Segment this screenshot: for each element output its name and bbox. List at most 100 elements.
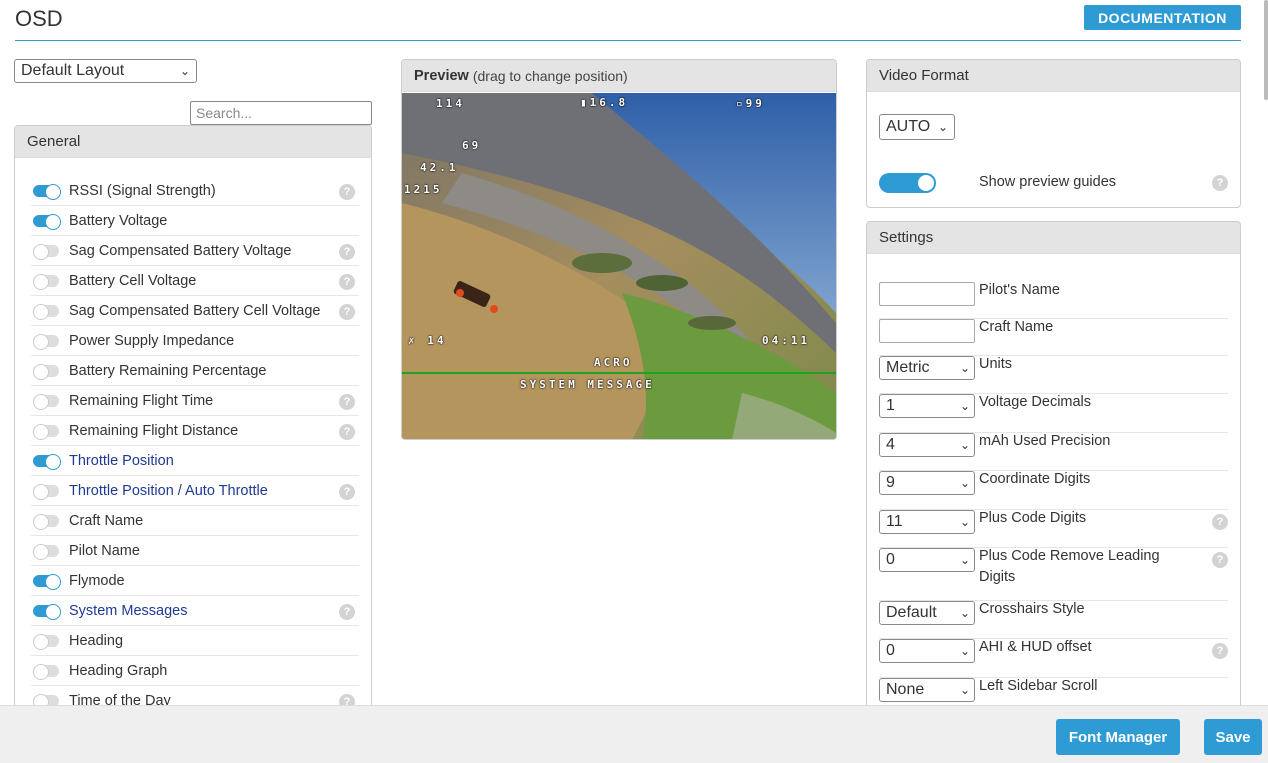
general-item: Sag Compensated Battery Voltage? (31, 236, 359, 266)
toggle-switch[interactable] (33, 273, 59, 290)
toggle-switch[interactable] (33, 243, 59, 260)
general-item: System Messages? (31, 596, 359, 626)
help-icon[interactable]: ? (339, 274, 355, 290)
toggle-switch[interactable] (33, 483, 59, 500)
general-item-label: RSSI (Signal Strength) (69, 182, 216, 199)
search-input[interactable]: Search... (190, 101, 372, 125)
settings-select[interactable]: Metric ⌄ (879, 356, 975, 380)
footer-bar: Font Manager Save (0, 705, 1268, 763)
toggle-switch[interactable] (33, 423, 59, 440)
preview-title: Preview (414, 67, 469, 84)
settings-select-value: None (886, 681, 925, 698)
settings-select[interactable]: 1 ⌄ (879, 394, 975, 418)
help-icon[interactable]: ? (1212, 552, 1228, 568)
save-button[interactable]: Save (1204, 719, 1262, 755)
osd-rssi: ▫99 (736, 97, 765, 110)
toggle-switch[interactable] (33, 603, 61, 620)
toggle-switch[interactable] (33, 573, 61, 590)
toggle-switch[interactable] (33, 303, 59, 320)
settings-select[interactable]: 11 ⌄ (879, 510, 975, 534)
general-item-label: Battery Remaining Percentage (69, 362, 267, 379)
help-icon[interactable]: ? (339, 484, 355, 500)
general-item: Flymode (31, 566, 359, 596)
help-icon[interactable]: ? (339, 424, 355, 440)
settings-row: 1 ⌄ Voltage Decimals (879, 394, 1228, 433)
help-icon[interactable]: ? (339, 184, 355, 200)
toggle-switch[interactable] (33, 393, 59, 410)
general-item-label: System Messages (69, 602, 188, 619)
text-field[interactable] (879, 282, 975, 306)
help-icon[interactable]: ? (1212, 514, 1228, 530)
page-title: OSD (15, 6, 63, 31)
settings-select[interactable]: Default ⌄ (879, 601, 975, 625)
osd-page: OSD DOCUMENTATION Default Layout ⌄ Searc… (0, 0, 1268, 763)
layout-select[interactable]: Default Layout ⌄ (14, 59, 197, 83)
toggle-switch[interactable] (33, 453, 61, 470)
help-icon[interactable]: ? (1212, 175, 1228, 191)
preview-guides-label: Show preview guides (979, 174, 1117, 190)
settings-row: Craft Name (879, 319, 1228, 356)
settings-label: mAh Used Precision (979, 433, 1111, 449)
general-item: Throttle Position (31, 446, 359, 476)
toggle-switch[interactable] (33, 543, 59, 560)
preview-subtitle: (drag to change position) (472, 67, 628, 84)
toggle-switch[interactable] (33, 183, 61, 200)
settings-row: 11 ⌄ Plus Code Digits? (879, 510, 1228, 548)
settings-select[interactable]: 4 ⌄ (879, 433, 975, 457)
settings-select[interactable]: None ⌄ (879, 678, 975, 702)
help-icon[interactable]: ? (339, 244, 355, 260)
settings-select-value: 1 (886, 397, 895, 414)
settings-row: Default ⌄ Crosshairs Style (879, 601, 1228, 639)
osd-current: 42.1 (420, 161, 459, 174)
text-field[interactable] (879, 319, 975, 343)
osd-battery-voltage: ▮16.8 (580, 96, 629, 109)
osd-altitude: 114 (436, 97, 465, 110)
font-manager-button[interactable]: Font Manager (1056, 719, 1180, 755)
page-scrollbar[interactable] (1264, 0, 1268, 100)
settings-label: Plus Code Digits (979, 510, 1087, 526)
layout-select-value: Default Layout (21, 62, 125, 79)
chevron-down-icon: ⌄ (959, 476, 970, 490)
video-format-select[interactable]: AUTO ⌄ (879, 114, 955, 140)
chevron-down-icon: ⌄ (959, 361, 970, 375)
satellite-icon: ✗ (408, 334, 418, 347)
settings-row: 0 ⌄ AHI & HUD offset? (879, 639, 1228, 678)
help-icon[interactable]: ? (339, 604, 355, 620)
toggle-switch[interactable] (33, 633, 59, 650)
settings-label: Craft Name (979, 319, 1054, 335)
help-icon[interactable]: ? (339, 394, 355, 410)
preview-guides-toggle[interactable] (879, 173, 936, 193)
osd-flytime: 04:11 (762, 334, 811, 347)
general-item: Battery Cell Voltage? (31, 266, 359, 296)
general-item: Throttle Position / Auto Throttle? (31, 476, 359, 506)
general-item: Pilot Name (31, 536, 359, 566)
toggle-switch[interactable] (33, 363, 59, 380)
osd-flymode: ACRO (594, 356, 633, 369)
general-item: Sag Compensated Battery Cell Voltage? (31, 296, 359, 326)
settings-select-value: 11 (886, 513, 903, 530)
preview-canvas[interactable]: 114 ▮16.8 ▫99 69 42.1 1215 ✗ 14 04:11 AC… (402, 93, 836, 439)
toggle-switch[interactable] (33, 663, 59, 680)
video-format-panel: Video Format AUTO ⌄ Show preview guides … (866, 59, 1241, 208)
settings-select[interactable]: 0 ⌄ (879, 639, 975, 663)
general-item-label: Heading Graph (69, 662, 168, 679)
help-icon[interactable]: ? (339, 304, 355, 320)
toggle-switch[interactable] (33, 333, 59, 350)
settings-select-value: Default (886, 604, 937, 621)
general-item-label: Remaining Flight Distance (69, 422, 239, 439)
general-item: Craft Name (31, 506, 359, 536)
settings-select-value: 4 (886, 436, 895, 453)
general-panel: General RSSI (Signal Strength)? Battery V… (14, 125, 372, 725)
settings-row: 4 ⌄ mAh Used Precision (879, 433, 1228, 471)
settings-select[interactable]: 0 ⌄ (879, 548, 975, 572)
help-icon[interactable]: ? (1212, 643, 1228, 659)
toggle-switch[interactable] (33, 513, 59, 530)
chevron-down-icon: ⌄ (959, 399, 970, 413)
settings-select-value: 0 (886, 551, 895, 568)
general-item: Power Supply Impedance (31, 326, 359, 356)
documentation-button[interactable]: DOCUMENTATION (1084, 5, 1241, 30)
toggle-switch[interactable] (33, 213, 61, 230)
settings-select[interactable]: 9 ⌄ (879, 471, 975, 495)
settings-row: Pilot's Name (879, 282, 1228, 319)
chevron-down-icon: ⌄ (179, 64, 190, 78)
